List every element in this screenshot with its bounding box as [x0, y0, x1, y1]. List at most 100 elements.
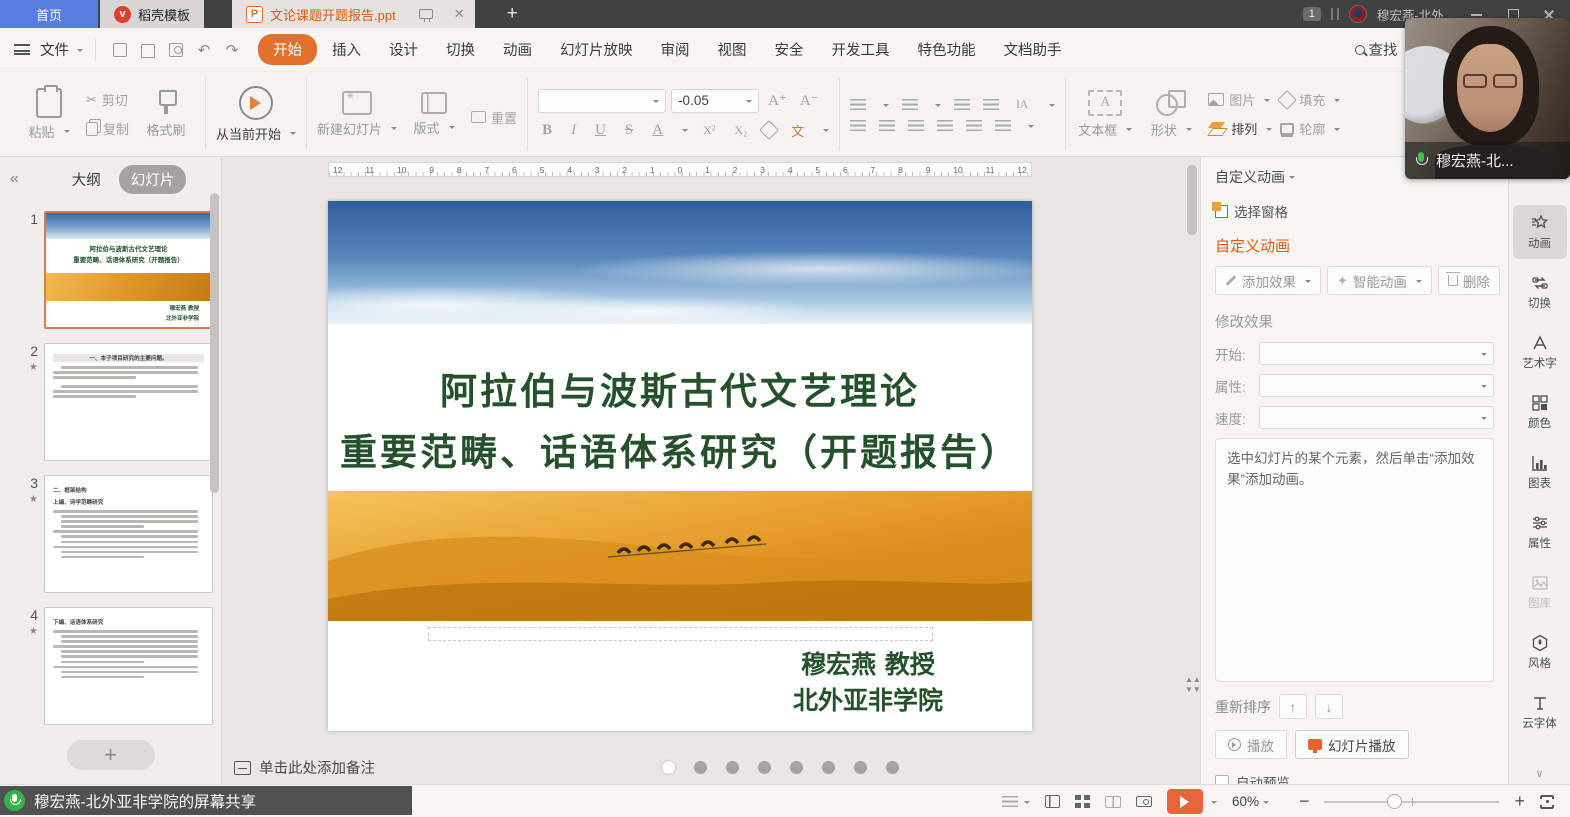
zoom-level[interactable]: 60%: [1232, 794, 1269, 809]
ribbon-tab[interactable]: 视图: [705, 35, 760, 64]
speed-select[interactable]: [1259, 406, 1494, 429]
fill-button[interactable]: 填充: [1280, 90, 1340, 109]
sidebar-item-cloud-fonts[interactable]: 云字体: [1513, 685, 1567, 739]
notes-bar[interactable]: 单击此处添加备注: [234, 757, 375, 778]
slide-dot[interactable]: [790, 761, 803, 774]
slide-dot[interactable]: [662, 761, 675, 774]
increase-indent-icon[interactable]: [983, 99, 999, 110]
align-center-icon[interactable]: [879, 120, 895, 131]
underline-button[interactable]: U: [591, 122, 610, 139]
sidebar-item-chart[interactable]: 图表: [1513, 445, 1567, 499]
left-panel-scrollbar[interactable]: [210, 193, 219, 493]
font-color-button[interactable]: A: [648, 122, 667, 139]
next-slide-button[interactable]: ▼▼: [1185, 687, 1199, 693]
sidebar-item-wordart[interactable]: 艺术字: [1513, 325, 1567, 379]
notes-toggle-button[interactable]: [1002, 796, 1030, 808]
close-document-icon[interactable]: ✕: [454, 6, 465, 22]
sidebar-more-icon[interactable]: ∨: [1509, 767, 1570, 780]
present-mode-icon[interactable]: [419, 9, 433, 19]
undo-button[interactable]: ↶: [192, 39, 216, 61]
reset-button[interactable]: 重置: [471, 108, 517, 127]
zoom-plus-button[interactable]: +: [1514, 791, 1525, 812]
slide-sorter-view-button[interactable]: [1075, 795, 1090, 808]
sidebar-item-colors[interactable]: 颜色: [1513, 385, 1567, 439]
subscript-button[interactable]: X₂: [730, 123, 751, 138]
decrease-indent-icon[interactable]: [954, 99, 970, 110]
text-direction-button[interactable]: ‖A: [1012, 97, 1032, 112]
move-up-button[interactable]: ↑: [1279, 694, 1307, 719]
play-animation-button[interactable]: 播放: [1215, 730, 1287, 759]
cut-button[interactable]: ✂剪切: [86, 90, 129, 109]
tab-document[interactable]: P 文论课题开题报告.ppt ✕: [232, 0, 475, 28]
sidebar-item-style[interactable]: 风格: [1513, 625, 1567, 679]
tab-docer-template[interactable]: v 稻壳模板: [100, 0, 204, 28]
line-spacing-icon[interactable]: [995, 120, 1011, 131]
align-left-icon[interactable]: [850, 120, 866, 131]
font-size-select[interactable]: -0.05: [671, 89, 759, 113]
ribbon-tab[interactable]: 安全: [762, 35, 817, 64]
italic-button[interactable]: I: [567, 122, 580, 139]
slide-dot[interactable]: [726, 761, 739, 774]
textbox-button[interactable]: A 文本框: [1076, 90, 1134, 139]
normal-view-button[interactable]: [1045, 795, 1060, 808]
print-preview-button[interactable]: [164, 39, 188, 61]
save-button[interactable]: [108, 39, 132, 61]
redo-button[interactable]: ↷: [220, 39, 244, 61]
delete-effect-button[interactable]: 删除: [1438, 266, 1500, 295]
slide-dot[interactable]: [886, 761, 899, 774]
slide-canvas[interactable]: 阿拉伯与波斯古代文艺理论 重要范畴、话语体系研究（开题报告）: [328, 201, 1032, 731]
property-select[interactable]: [1259, 374, 1494, 397]
slide-thumbnail-3[interactable]: 二、框架结构 上编、诗学范畴研究: [44, 475, 213, 593]
fit-screen-button[interactable]: [1540, 795, 1554, 809]
strikethrough-button[interactable]: S: [621, 122, 637, 139]
ribbon-tab[interactable]: 文档助手: [991, 35, 1075, 64]
numbered-list-icon[interactable]: [902, 99, 918, 110]
ribbon-tab[interactable]: 动画: [490, 35, 545, 64]
tab-slides[interactable]: 幻灯片: [119, 165, 187, 194]
tab-outline[interactable]: 大纲: [60, 165, 113, 194]
smart-animation-button[interactable]: ✦智能动画: [1327, 266, 1432, 295]
slide-title[interactable]: 阿拉伯与波斯古代文艺理论 重要范畴、话语体系研究（开题报告）: [328, 361, 1032, 483]
webcam-overlay[interactable]: 穆宏燕-北...: [1405, 18, 1570, 179]
outline-button[interactable]: 轮廓: [1280, 119, 1340, 138]
file-menu[interactable]: 文件: [40, 39, 69, 60]
slideshow-button[interactable]: [1167, 789, 1217, 814]
find-button[interactable]: 查找: [1355, 39, 1398, 60]
zoom-slider-knob[interactable]: [1387, 794, 1402, 809]
ribbon-tab[interactable]: 插入: [319, 35, 374, 64]
message-count-badge[interactable]: 1: [1303, 7, 1321, 21]
previous-slide-button[interactable]: ▲▲: [1185, 677, 1199, 683]
distribute-icon[interactable]: [966, 120, 982, 131]
tab-home[interactable]: 首页: [0, 0, 98, 28]
reading-view-button[interactable]: [1105, 796, 1121, 808]
ribbon-tab[interactable]: 特色功能: [905, 35, 989, 64]
slideshow-play-button[interactable]: 幻灯片播放: [1295, 730, 1409, 759]
print-button[interactable]: [136, 39, 160, 61]
slide-thumbnail-1[interactable]: 阿拉伯与波斯古代文艺理论重要范畴、话语体系研究（开题报告） 穆宏燕 教授北外亚非…: [44, 211, 213, 329]
copy-button[interactable]: 复制: [86, 119, 129, 138]
layout-button[interactable]: 版式: [405, 92, 463, 137]
slide-dot[interactable]: [854, 761, 867, 774]
sidebar-item-gallery[interactable]: 图库: [1513, 565, 1567, 619]
slide-thumbnail-2[interactable]: 一、本子项目研究的主要问题。: [44, 343, 213, 461]
selection-pane-button[interactable]: 选择窗格: [1215, 201, 1494, 221]
pinyin-guide-button[interactable]: 文: [787, 121, 808, 140]
picture-button[interactable]: 图片: [1208, 90, 1272, 109]
ribbon-tab[interactable]: 设计: [376, 35, 431, 64]
slide-thumbnail-4[interactable]: 下编、话语体系研究: [44, 607, 213, 725]
slide-dot[interactable]: [694, 761, 707, 774]
sidebar-item-animation[interactable]: 动画: [1513, 205, 1567, 259]
increase-font-button[interactable]: A⁺: [764, 91, 791, 110]
add-slide-button[interactable]: +: [67, 740, 155, 770]
play-from-current-button[interactable]: 从当前开始: [216, 86, 296, 143]
shapes-button[interactable]: 形状: [1142, 90, 1200, 139]
add-effect-button[interactable]: 添加效果: [1215, 266, 1321, 295]
ribbon-tab[interactable]: 切换: [433, 35, 488, 64]
projector-view-button[interactable]: [1136, 796, 1152, 807]
slide-dot[interactable]: [758, 761, 771, 774]
move-down-button[interactable]: ↓: [1315, 694, 1343, 719]
slide-author[interactable]: 穆宏燕 教授 北外亚非学院: [728, 647, 1008, 720]
justify-icon[interactable]: [937, 120, 953, 131]
new-tab-button[interactable]: +: [491, 0, 534, 28]
superscript-button[interactable]: X²: [699, 123, 719, 138]
